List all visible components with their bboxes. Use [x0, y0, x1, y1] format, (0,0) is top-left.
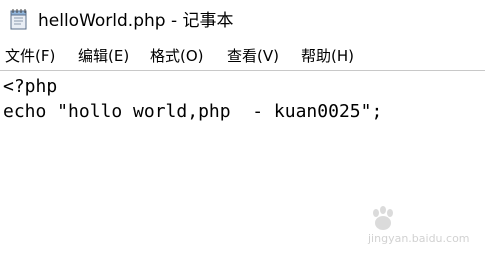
baidu-paw-logo	[373, 206, 393, 230]
menu-bar: 文件(F) 编辑(E) 格式(O) 查看(V) 帮助(H)	[0, 40, 485, 71]
menu-format[interactable]: 格式(O)	[150, 45, 204, 66]
code-line: echo "hollo world,php - kuan0025";	[3, 101, 383, 122]
menu-help[interactable]: 帮助(H)	[301, 45, 354, 66]
title-bar: helloWorld.php - 记事本	[0, 0, 485, 38]
notepad-icon	[9, 8, 29, 30]
window-title: helloWorld.php - 记事本	[38, 11, 234, 31]
watermark-text: jingyan.baidu.com	[368, 232, 470, 245]
menu-view[interactable]: 查看(V)	[227, 45, 279, 66]
notepad-window: helloWorld.php - 记事本 文件(F) 编辑(E) 格式(O) 查…	[0, 0, 485, 262]
code-line: <?php	[3, 76, 58, 97]
menu-file[interactable]: 文件(F)	[5, 45, 55, 66]
watermark: jingyan.baidu.com	[366, 206, 478, 256]
menu-edit[interactable]: 编辑(E)	[78, 45, 129, 66]
